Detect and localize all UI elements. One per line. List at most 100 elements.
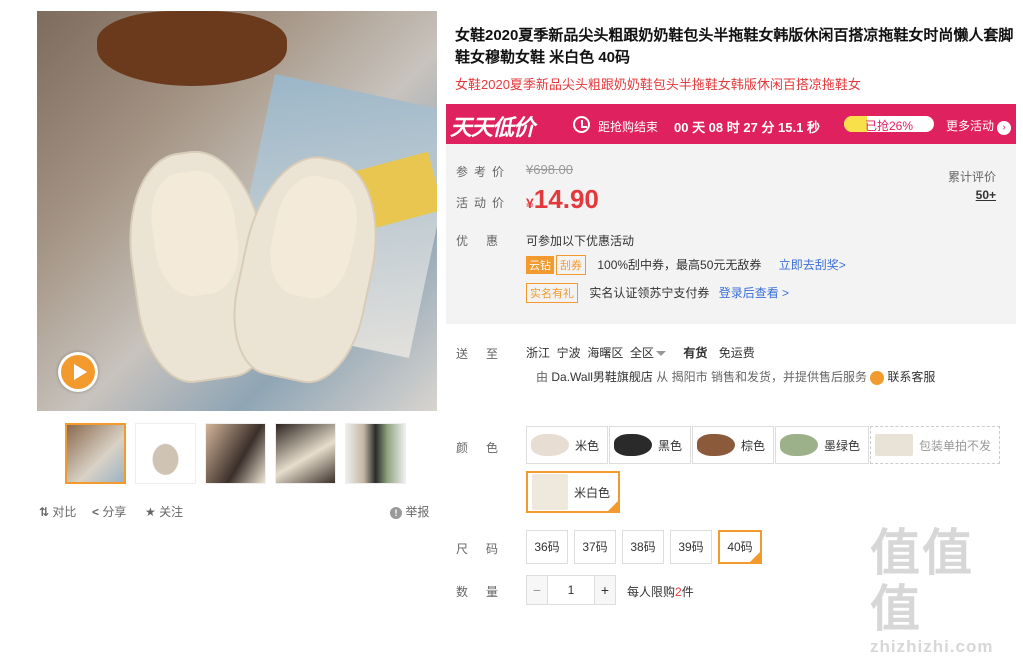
- offer-row-2: 实名有礼 实名认证领苏宁支付券 登录后查看 >: [526, 283, 789, 303]
- currency-symbol: ¥: [526, 195, 534, 211]
- watermark-logo: 值值值: [870, 525, 974, 637]
- color-label: 颜色: [456, 441, 517, 455]
- quantity-label: 数量: [456, 585, 517, 599]
- activity-price: ¥14.90: [526, 184, 599, 215]
- thumbnail-1[interactable]: [65, 423, 126, 484]
- scratch-tag: 刮券: [556, 255, 586, 275]
- thumbnail-strip: [65, 423, 406, 484]
- share-icon: <: [92, 505, 100, 519]
- product-main-image[interactable]: [37, 11, 437, 411]
- limit-number: 2: [675, 585, 682, 599]
- offer-row-1: 云钻 刮券 100%刮中券，最高50元无敌券 立即去刮奖>: [526, 255, 846, 275]
- size-option-36[interactable]: 36码: [526, 530, 568, 564]
- sold-progress-text: 已抢26%: [864, 119, 914, 132]
- handbag-prop: [97, 11, 287, 86]
- quantity-input[interactable]: 1: [548, 575, 594, 605]
- deliver-to-label: 送至: [456, 347, 517, 361]
- activity-price-label: 活动价: [456, 196, 511, 210]
- swatch: [780, 434, 818, 456]
- price-panel: 参考价 ¥698.00 活动价 ¥14.90 累计评价 50+ 优惠 可参加以下…: [446, 144, 1016, 324]
- flash-sale-logo: 天天低价: [450, 115, 535, 140]
- realname-tag: 实名有礼: [526, 283, 578, 303]
- delivery-row: 浙江 宁波 海曙区 全区 有货 免运费: [526, 344, 755, 361]
- more-activities-label: 更多活动: [946, 119, 995, 133]
- more-activities-link[interactable]: 更多活动 ›: [946, 117, 1012, 135]
- color-name: 棕色: [741, 438, 766, 453]
- thumbnail-3[interactable]: [205, 423, 266, 484]
- thumbnail-4[interactable]: [275, 423, 336, 484]
- quantity-minus-button[interactable]: −: [526, 575, 548, 605]
- offers-label: 优惠: [456, 234, 517, 248]
- swatch: [614, 434, 652, 456]
- seller-prefix: 由: [536, 370, 549, 384]
- color-name: 黑色: [658, 438, 683, 453]
- activity-price-value: 14.90: [533, 184, 599, 214]
- size-option-39[interactable]: 39码: [670, 530, 712, 564]
- offer-1-text: 100%刮中券，最高50元无敌券: [597, 258, 762, 272]
- share-button[interactable]: < 分享: [92, 503, 126, 520]
- color-name: 米白色: [574, 485, 611, 500]
- size-option-40[interactable]: 40码: [718, 530, 762, 564]
- gallery-toolbar: ⇅ 对比 < 分享 ★ 关注 ! 举报: [37, 500, 437, 520]
- flash-sale-bar: 天天低价 距抢购结束 00 天 08 时 27 分 15.1 秒 已抢26% 更…: [446, 104, 1016, 144]
- ship-city: 揭阳市: [671, 370, 708, 384]
- compare-button[interactable]: ⇅ 对比: [39, 503, 76, 520]
- swatch: [531, 434, 569, 456]
- customer-service-icon: [870, 370, 885, 385]
- review-count-link[interactable]: 50+: [948, 186, 996, 204]
- chevron-down-icon: [656, 351, 667, 357]
- seller-suffix: 销售和发货，并提供售后服务: [710, 370, 867, 384]
- region-text: 浙江 宁波 海曙区 全区: [526, 346, 655, 360]
- seller-mid: 从: [656, 370, 669, 384]
- stock-status: 有货: [683, 346, 708, 360]
- ref-price-value: ¥698.00: [526, 162, 573, 177]
- contact-service-label: 联系客服: [887, 370, 936, 384]
- thumbnail-2[interactable]: [135, 423, 196, 484]
- login-view-link[interactable]: 登录后查看 >: [719, 286, 789, 300]
- yunzuan-tag: 云钻: [526, 256, 554, 274]
- shipping-fee: 免运费: [718, 346, 755, 360]
- color-name: 米色: [575, 438, 600, 453]
- selected-corner-icon: [607, 500, 620, 512]
- color-name: 墨绿色: [824, 438, 861, 453]
- product-title: 女鞋2020夏季新品尖头粗跟奶奶鞋包头半拖鞋女韩版休闲百搭凉拖鞋女时尚懒人套脚鞋…: [455, 27, 1014, 66]
- offers-intro: 可参加以下优惠活动: [526, 234, 635, 248]
- contact-service-link[interactable]: 联系客服: [870, 370, 936, 385]
- review-summary: 累计评价 50+: [948, 168, 996, 204]
- size-label: 尺码: [456, 542, 517, 556]
- offer-2-text: 实名认证领苏宁支付券: [589, 286, 710, 300]
- product-subtitle: 女鞋2020夏季新品尖头粗跟奶奶鞋包头半拖鞋女韩版休闲百搭凉拖鞋女: [455, 77, 861, 92]
- size-option-37[interactable]: 37码: [574, 530, 616, 564]
- report-button[interactable]: ! 举报: [390, 503, 429, 520]
- swatch: [875, 434, 913, 456]
- color-option-beige[interactable]: 米色: [526, 426, 609, 464]
- limit-prefix: 每人限购: [627, 585, 676, 599]
- thumbnail-5[interactable]: [345, 423, 406, 484]
- seller-row: 由 Da.Wall男鞋旗舰店 从 揭阳市 销售和发货，并提供售后服务 联系客服: [536, 368, 935, 385]
- countdown-label: 距抢购结束: [598, 120, 659, 134]
- quantity-plus-button[interactable]: +: [594, 575, 616, 605]
- countdown-timer: 00 天 08 时 27 分 15.1 秒: [674, 120, 820, 135]
- color-option-black[interactable]: 黑色: [609, 426, 692, 464]
- chevron-right-icon: ›: [997, 121, 1012, 135]
- compare-icon: ⇅: [39, 505, 50, 519]
- warning-icon: !: [390, 507, 402, 519]
- clock-icon: [573, 116, 590, 133]
- selected-corner-icon: [749, 551, 761, 563]
- color-option-darkgreen[interactable]: 墨绿色: [775, 426, 870, 464]
- color-option-offwhite[interactable]: 米白色: [526, 471, 621, 513]
- color-option-package: 包装单拍不发: [870, 426, 1001, 464]
- video-play-icon[interactable]: [58, 352, 98, 392]
- follow-button[interactable]: ★ 关注: [145, 503, 183, 520]
- site-watermark: 值值值 zhizhizhi.com: [870, 525, 1023, 657]
- scratch-now-link[interactable]: 立即去刮奖>: [779, 258, 846, 272]
- size-option-38[interactable]: 38码: [622, 530, 664, 564]
- color-option-brown[interactable]: 棕色: [692, 426, 775, 464]
- region-selector[interactable]: 浙江 宁波 海曙区 全区: [526, 346, 667, 360]
- limit-suffix: 件: [681, 585, 694, 599]
- store-name-link[interactable]: Da.Wall男鞋旗舰店: [551, 370, 653, 384]
- star-icon: ★: [145, 505, 156, 519]
- review-label: 累计评价: [947, 170, 996, 184]
- purchase-limit: 每人限购2件: [627, 583, 694, 600]
- swatch: [697, 434, 735, 456]
